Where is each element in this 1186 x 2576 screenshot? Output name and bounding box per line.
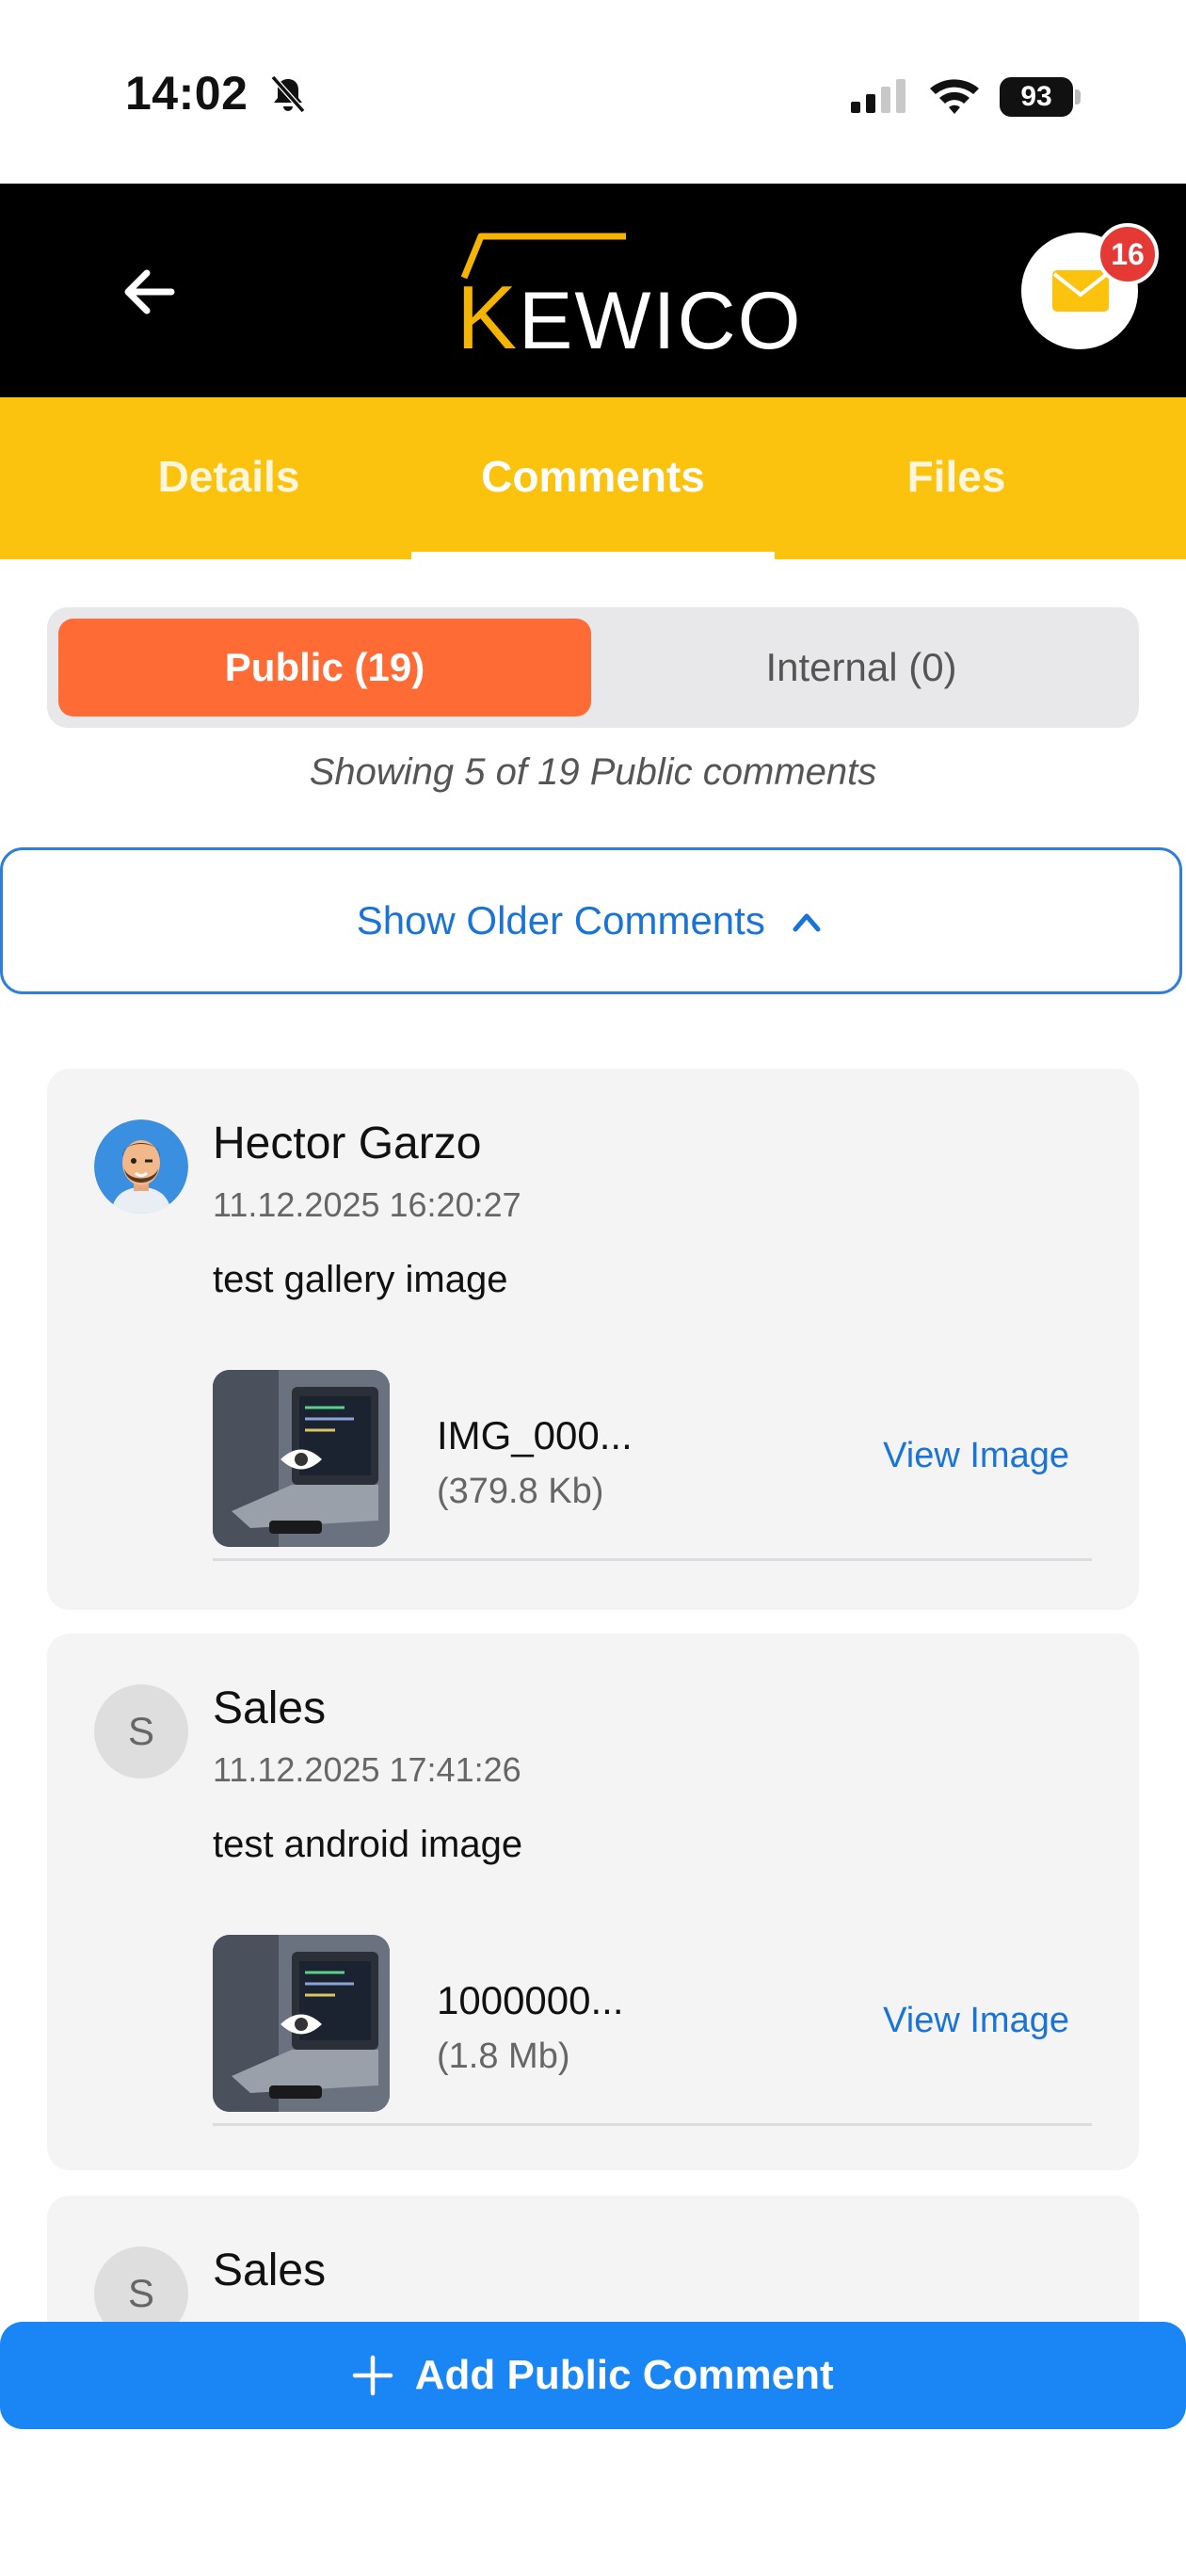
envelope-icon (1052, 270, 1109, 312)
show-older-label: Show Older Comments (356, 898, 765, 942)
view-image-link[interactable]: View Image (883, 1436, 1069, 1476)
show-older-comments-button[interactable]: Show Older Comments (0, 847, 1182, 994)
logo-text: KEWICO (457, 267, 803, 368)
internal-segment[interactable]: Internal (0) (595, 619, 1128, 716)
image-attachment: IMG_000... (379.8 Kb) View Image (213, 1370, 1092, 1561)
battery-icon: 93 (1000, 77, 1081, 117)
avatar: S (94, 1684, 188, 1779)
avatar (94, 1119, 188, 1214)
view-image-link[interactable]: View Image (883, 2001, 1069, 2041)
attachment-thumbnail[interactable] (213, 1935, 390, 2112)
eye-icon (280, 1449, 322, 1470)
public-segment[interactable]: Public (19) (58, 619, 591, 716)
kewico-logo: KEWICO (457, 229, 824, 368)
back-arrow-icon[interactable] (113, 254, 188, 330)
attachment-size: (379.8 Kb) (437, 1472, 604, 1511)
chevron-up-icon (793, 913, 821, 932)
attachment-filename: 1000000... (437, 1978, 624, 2022)
comments-screen: 14:02 93 KEWICO 16 Details Comments File… (0, 0, 1186, 2576)
comment-count-text: Showing 5 of 19 Public comments (309, 751, 877, 793)
comment-body: test android image (213, 1824, 523, 1865)
add-public-comment-button[interactable]: Add Public Comment (0, 2322, 1186, 2429)
comment-visibility-toggle: Public (19) Internal (0) (47, 607, 1139, 728)
status-bar: 14:02 93 (0, 0, 1186, 184)
unread-badge: 16 (1097, 223, 1159, 285)
app-header: KEWICO 16 (0, 184, 1186, 397)
wifi-icon (930, 79, 979, 114)
comment-author: Sales (213, 1683, 327, 1733)
inbox-button[interactable]: 16 (1021, 223, 1159, 349)
tab-comments[interactable]: Comments (411, 397, 775, 559)
attachment-thumbnail[interactable] (213, 1370, 390, 1547)
image-attachment: 1000000... (1.8 Mb) View Image (213, 1935, 1092, 2126)
tab-details[interactable]: Details (47, 397, 410, 559)
comment-author: Hector Garzo (213, 1119, 482, 1168)
tab-bar: Details Comments Files (0, 397, 1186, 559)
attachment-filename: IMG_000... (437, 1413, 633, 1457)
comment-card: S Sales 11.12.2025 17:41:26 test android… (47, 1634, 1139, 2170)
eye-icon (280, 2014, 322, 2035)
comment-timestamp: 11.12.2025 16:20:27 (213, 1185, 521, 1224)
status-time: 14:02 (125, 67, 248, 120)
tab-files[interactable]: Files (775, 397, 1138, 559)
comment-body: test gallery image (213, 1259, 508, 1300)
avatar-illustration (94, 1119, 188, 1214)
cellular-signal-icon (851, 79, 906, 113)
battery-level: 93 (1000, 77, 1073, 117)
attachment-size: (1.8 Mb) (437, 2037, 570, 2076)
bell-muted-icon (270, 75, 306, 113)
add-public-comment-label: Add Public Comment (414, 2352, 834, 2398)
plus-icon (353, 2355, 393, 2396)
bottom-safe-area (0, 2429, 1186, 2576)
comment-timestamp: 11.12.2025 17:41:26 (213, 1750, 521, 1789)
comment-author: Sales (213, 2246, 327, 2295)
comment-card: Hector Garzo 11.12.2025 16:20:27 test ga… (47, 1069, 1139, 1610)
